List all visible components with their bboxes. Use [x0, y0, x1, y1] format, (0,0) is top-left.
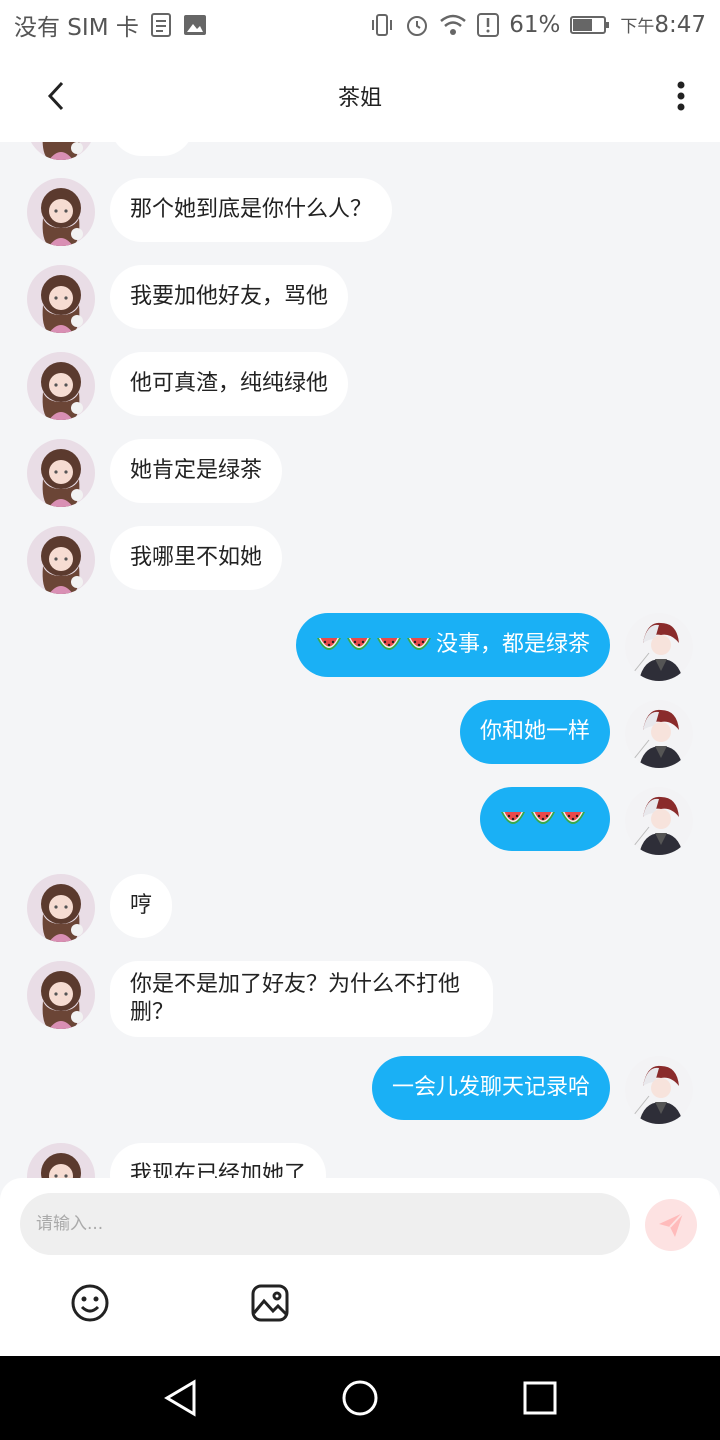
clock: 下午8:47	[620, 12, 706, 38]
emoji-button[interactable]	[70, 1283, 110, 1323]
message-bubble[interactable]	[480, 787, 610, 851]
watermelon-emoji-group	[316, 632, 436, 657]
document-icon	[149, 12, 173, 38]
chat-title: 茶姐	[337, 86, 382, 111]
message-bubble[interactable]: 我哪里不如她	[110, 526, 283, 590]
more-vertical-icon	[677, 81, 685, 111]
battery-percent: 61%	[509, 12, 561, 38]
circle-home-icon	[342, 1380, 378, 1416]
message-bubble[interactable]: 我要加他好友，骂他	[110, 265, 349, 329]
status-bar: 没有 SIM 卡 61% 下午8:47	[0, 0, 720, 50]
message-bubble[interactable]: 那个她到底是你什么人？	[110, 178, 393, 242]
more-button[interactable]	[666, 78, 696, 114]
triangle-back-icon	[164, 1379, 196, 1417]
message-bubble[interactable]	[110, 142, 194, 156]
chevron-left-icon	[47, 81, 64, 111]
message-text: 没事，都是绿茶	[435, 632, 590, 657]
send-button[interactable]	[645, 1199, 697, 1251]
watermelon-icon	[376, 638, 401, 650]
message-bubble[interactable]: 你和她一样	[459, 700, 610, 764]
contact-avatar[interactable]	[27, 439, 95, 507]
my-avatar[interactable]	[625, 700, 693, 768]
nav-back-button[interactable]	[160, 1378, 200, 1418]
back-button[interactable]	[36, 76, 76, 116]
watermelon-icon	[531, 812, 555, 824]
nav-recents-button[interactable]	[520, 1378, 560, 1418]
watermelon-icon	[316, 638, 341, 650]
message-bubble[interactable]: 你是不是加了好友？为什么不打他删？	[110, 961, 493, 1037]
my-avatar[interactable]	[625, 613, 693, 681]
alarm-icon	[405, 13, 429, 37]
message-bubble[interactable]: 我现在已经加她了	[110, 1143, 327, 1178]
battery-icon	[570, 15, 610, 35]
image-icon	[251, 1284, 289, 1322]
vibrate-icon	[369, 13, 395, 37]
watermelon-icon	[501, 812, 525, 824]
contact-avatar[interactable]	[27, 1143, 95, 1178]
message-input[interactable]	[20, 1193, 630, 1255]
smiley-icon	[71, 1284, 109, 1322]
message-bubble[interactable]: 一会儿发聊天记录哈	[371, 1056, 610, 1120]
watermelon-emoji-group	[500, 806, 590, 831]
alert-icon	[477, 13, 500, 37]
message-bubble[interactable]: 没事，都是绿茶	[295, 613, 610, 677]
message-bubble[interactable]: 她肯定是绿茶	[110, 439, 283, 503]
message-bubble[interactable]: 哼	[110, 874, 173, 938]
message-bubble[interactable]: 他可真渣，纯纯绿他	[110, 352, 349, 416]
nav-home-button[interactable]	[340, 1378, 380, 1418]
clock-time: 8:47	[654, 12, 706, 38]
chat-area[interactable]: 那个她到底是你什么人？ 我要加他好友，骂他 他可真渣，纯纯绿他 她肯定是绿茶 我…	[0, 142, 720, 1178]
wifi-icon	[439, 14, 467, 36]
contact-avatar[interactable]	[27, 961, 95, 1029]
contact-avatar[interactable]	[27, 265, 95, 333]
carrier-text: 没有 SIM 卡	[14, 15, 139, 41]
contact-avatar[interactable]	[27, 874, 95, 942]
watermelon-icon	[346, 638, 371, 650]
contact-avatar[interactable]	[27, 178, 95, 246]
chat-header: 茶姐	[0, 50, 720, 142]
contact-avatar[interactable]	[27, 526, 95, 594]
my-avatar[interactable]	[625, 1056, 693, 1124]
my-avatar[interactable]	[625, 787, 693, 855]
clock-period: 下午	[620, 17, 655, 37]
system-nav-bar	[0, 1356, 720, 1440]
watermelon-icon	[561, 812, 585, 824]
contact-avatar[interactable]	[27, 352, 95, 420]
composer	[0, 1178, 720, 1356]
image-button[interactable]	[250, 1283, 290, 1323]
square-recents-icon	[523, 1381, 557, 1415]
send-icon	[659, 1212, 684, 1237]
gallery-icon	[183, 13, 207, 37]
watermelon-icon	[406, 638, 431, 650]
contact-avatar[interactable]	[27, 142, 95, 160]
